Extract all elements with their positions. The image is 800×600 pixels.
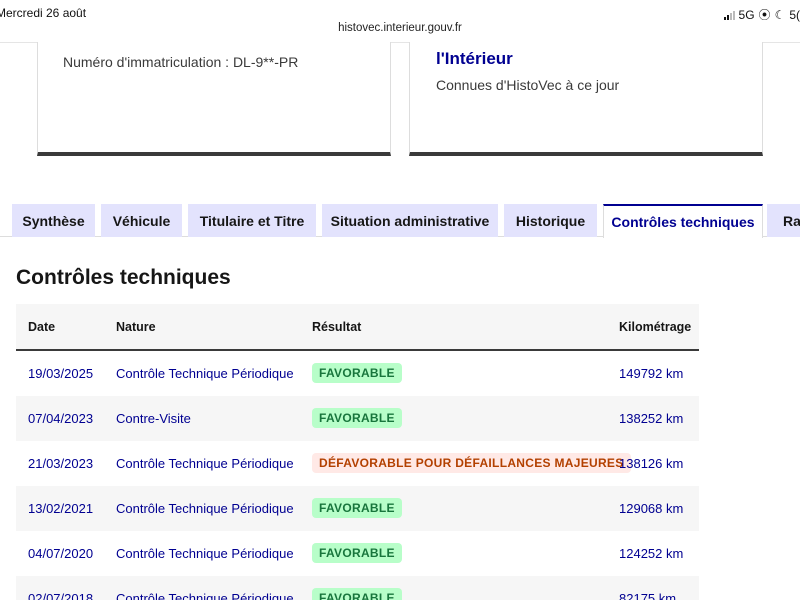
row-km: 129068 km bbox=[619, 501, 684, 516]
tab-situation-administrative[interactable]: Situation administrative bbox=[322, 204, 498, 237]
row-nature: Contrôle Technique Périodique bbox=[116, 546, 294, 561]
row-nature: Contrôle Technique Périodique bbox=[116, 501, 294, 516]
row-km: 124252 km bbox=[619, 546, 684, 561]
status-badge: FAVORABLE bbox=[312, 408, 402, 428]
tab-rapport[interactable]: Rap bbox=[767, 204, 800, 237]
table-row: 21/03/2023 Contrôle Technique Périodique… bbox=[16, 441, 699, 486]
status-badge: FAVORABLE bbox=[312, 498, 402, 518]
status-badge: FAVORABLE bbox=[312, 543, 402, 563]
table-row: 19/03/2025 Contrôle Technique Périodique… bbox=[16, 351, 699, 396]
status-badge: DÉFAVORABLE POUR DÉFAILLANCES MAJEURES bbox=[312, 453, 631, 473]
moon-icon: ☾ bbox=[774, 7, 786, 22]
header-nature: Nature bbox=[116, 320, 156, 334]
table-row: 13/02/2021 Contrôle Technique Périodique… bbox=[16, 486, 699, 531]
status-badge: FAVORABLE bbox=[312, 588, 402, 600]
screen-lock-icon: ⦿ bbox=[758, 8, 771, 22]
page-title: Contrôles techniques bbox=[16, 266, 231, 289]
row-date: 07/04/2023 bbox=[28, 411, 94, 426]
row-nature: Contrôle Technique Périodique bbox=[116, 591, 294, 600]
status-indicators: 5G ⦿ ☾ 5( bbox=[723, 6, 800, 23]
table-row: 07/04/2023 Contre-Visite FAVORABLE 13825… bbox=[16, 396, 699, 441]
header-km: Kilométrage bbox=[619, 320, 692, 334]
controles-table: Date Nature Résultat Kilométrage 19/03/2… bbox=[16, 304, 699, 600]
row-date: 13/02/2021 bbox=[28, 501, 94, 516]
row-nature: Contrôle Technique Périodique bbox=[116, 366, 294, 381]
tab-titulaire-titre[interactable]: Titulaire et Titre bbox=[188, 204, 316, 237]
header-result: Résultat bbox=[312, 320, 362, 334]
battery-label: 5( bbox=[789, 7, 800, 22]
row-km: 138126 km bbox=[619, 456, 684, 471]
tab-bar: Synthèse Véhicule Titulaire et Titre Sit… bbox=[0, 204, 800, 238]
status-date: Mercredi 26 août bbox=[0, 6, 87, 20]
tab-historique[interactable]: Historique bbox=[504, 204, 597, 237]
row-date: 04/07/2020 bbox=[28, 546, 94, 561]
tab-controles-techniques[interactable]: Contrôles techniques bbox=[603, 204, 763, 238]
row-nature: Contre-Visite bbox=[116, 411, 191, 426]
tab-vehicule[interactable]: Véhicule bbox=[101, 204, 182, 237]
table-row: 02/07/2018 Contrôle Technique Périodique… bbox=[16, 576, 699, 600]
network-label: 5G bbox=[738, 7, 755, 22]
row-km: 149792 km bbox=[619, 366, 684, 381]
table-row: 04/07/2020 Contrôle Technique Périodique… bbox=[16, 531, 699, 576]
source-title: l'Intérieur bbox=[436, 49, 513, 68]
status-badge: FAVORABLE bbox=[312, 363, 402, 383]
row-km: 138252 km bbox=[619, 411, 684, 426]
source-description: Connues d'HistoVec à ce jour bbox=[436, 77, 620, 93]
status-bar: Mercredi 26 août 5G ⦿ ☾ 5( bbox=[0, 0, 800, 24]
url-bar[interactable]: histovec.interieur.gouv.fr bbox=[0, 22, 800, 42]
plate-card: Numéro d'immatriculation : DL-9**-PR bbox=[37, 42, 391, 156]
row-nature: Contrôle Technique Périodique bbox=[116, 456, 294, 471]
row-date: 21/03/2023 bbox=[28, 456, 94, 471]
row-date: 02/07/2018 bbox=[28, 591, 94, 600]
table-header: Date Nature Résultat Kilométrage bbox=[16, 304, 699, 351]
plate-number: Numéro d'immatriculation : DL-9**-PR bbox=[63, 54, 299, 70]
source-card: l'Intérieur Connues d'HistoVec à ce jour bbox=[409, 42, 763, 156]
signal-icon bbox=[723, 10, 735, 20]
row-km: 82175 km bbox=[619, 591, 677, 600]
tab-synthese[interactable]: Synthèse bbox=[12, 204, 95, 237]
row-date: 19/03/2025 bbox=[28, 366, 94, 381]
header-date: Date bbox=[28, 320, 56, 334]
